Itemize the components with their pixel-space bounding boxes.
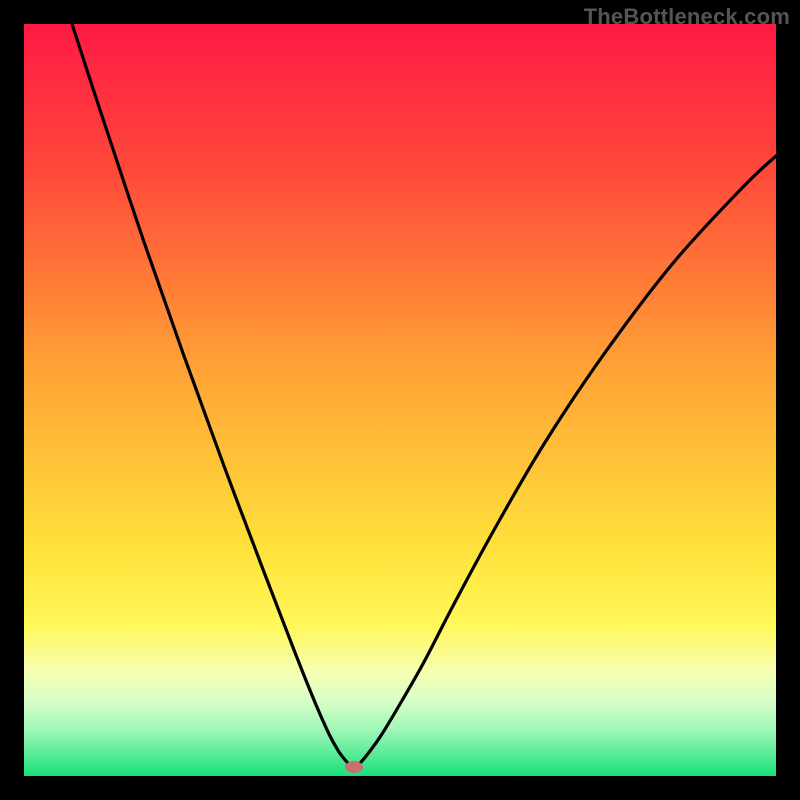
- gradient-background: [24, 24, 776, 776]
- chart-svg: [24, 24, 776, 776]
- plot-area: [24, 24, 776, 776]
- chart-frame: TheBottleneck.com: [0, 0, 800, 800]
- vertex-marker: [345, 761, 363, 773]
